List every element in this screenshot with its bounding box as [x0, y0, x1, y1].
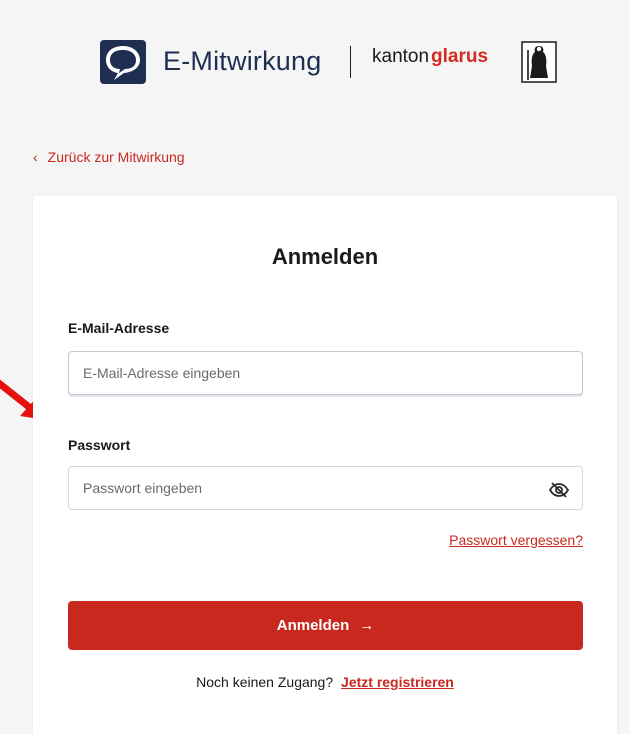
back-to-participation-link[interactable]: ‹ Zurück zur Mitwirkung — [33, 149, 185, 165]
header-divider — [350, 46, 351, 78]
partner-name: glarus — [431, 46, 489, 67]
eye-slash-icon — [548, 482, 570, 498]
crest-icon — [521, 41, 557, 83]
chevron-left-icon: ‹ — [33, 149, 38, 165]
register-prompt: Noch keinen Zugang? — [196, 674, 334, 690]
page-title: Anmelden — [271, 244, 379, 269]
register-link[interactable]: Jetzt registrieren — [341, 674, 454, 690]
site-header: E-Mitwirkung kanton glarus — [0, 0, 630, 120]
email-field[interactable] — [68, 351, 583, 395]
forgot-password-link[interactable]: Passwort vergessen? — [449, 532, 583, 548]
speech-bubble-logo-icon — [100, 40, 146, 84]
arrow-right-icon: → — [359, 617, 375, 634]
login-submit-button[interactable]: Anmelden → — [68, 601, 583, 650]
password-field[interactable] — [68, 466, 583, 510]
submit-label: Anmelden — [276, 617, 350, 634]
register-prompt-line: Noch keinen Zugang? Jetzt registrieren — [33, 674, 617, 690]
back-link-label: Zurück zur Mitwirkung — [47, 149, 185, 165]
toggle-password-visibility-button[interactable] — [545, 478, 573, 502]
partner-logo-text: kanton glarus — [372, 46, 488, 68]
email-label: E-Mail-Adresse — [68, 320, 170, 336]
password-label: Passwort — [68, 437, 131, 453]
partner-prefix: kanton — [372, 46, 430, 67]
login-card: Anmelden E-Mail-Adresse Passwort Passwor… — [33, 196, 617, 734]
app-name: E-Mitwirkung — [163, 46, 322, 76]
